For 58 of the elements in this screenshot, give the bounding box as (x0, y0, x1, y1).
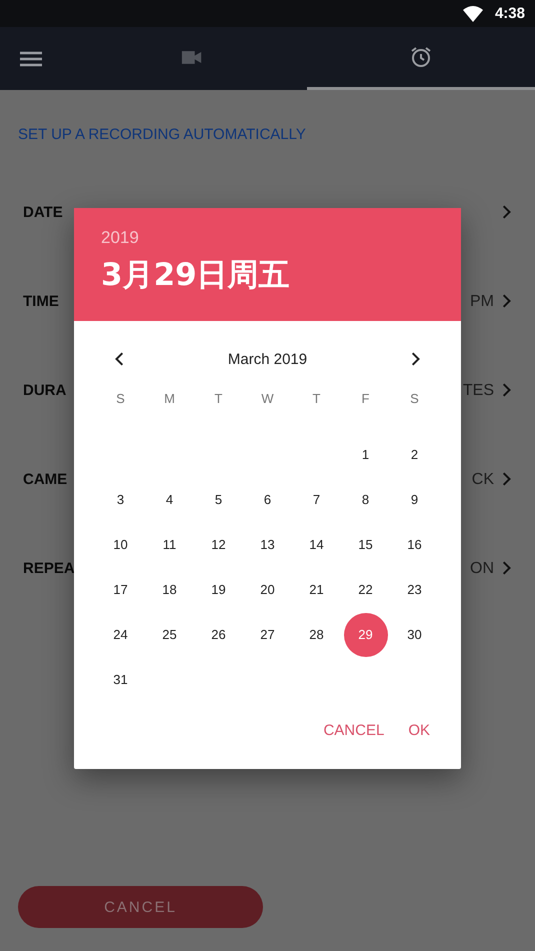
calendar-day[interactable]: 8 (344, 478, 388, 522)
ok-button[interactable]: OK (403, 716, 435, 745)
section-heading: SET UP A RECORDING AUTOMATICALLY (18, 126, 307, 145)
setting-value: TES (462, 382, 494, 400)
cancel-button[interactable]: CANCEL (318, 716, 390, 745)
calendar-day[interactable]: 6 (246, 478, 290, 522)
calendar-day[interactable]: 7 (294, 478, 338, 522)
calendar-day[interactable]: 12 (196, 522, 240, 566)
calendar-day[interactable]: 30 (392, 612, 436, 656)
calendar-day[interactable]: 16 (392, 522, 436, 566)
weekday-label: M (163, 390, 176, 408)
setting-label: REPEA (23, 560, 75, 577)
alarm-clock-icon (408, 45, 433, 69)
month-title: March 2019 (228, 350, 308, 368)
calendar-day[interactable]: 31 (98, 658, 142, 702)
calendar-day[interactable]: 22 (344, 568, 388, 612)
calendar-day[interactable]: 29 (344, 612, 388, 656)
video-camera-icon (181, 50, 204, 64)
calendar-day[interactable]: 20 (246, 568, 290, 612)
weekday-label: F (360, 390, 370, 408)
calendar-day[interactable]: 11 (148, 522, 192, 566)
weekday-label: T (214, 390, 224, 408)
calendar-day[interactable]: 5 (196, 478, 240, 522)
calendar-day[interactable]: 4 (148, 478, 192, 522)
calendar-day[interactable]: 10 (98, 522, 142, 566)
calendar-day[interactable]: 3 (98, 478, 142, 522)
selected-date: 3月29日周五 (101, 256, 291, 295)
setting-label: CAME (23, 471, 68, 488)
setting-label: TIME (23, 293, 59, 310)
chevron-right-icon[interactable] (411, 352, 421, 366)
chevron-left-icon[interactable] (114, 352, 124, 366)
setting-value: CK (472, 471, 494, 489)
calendar-day[interactable]: 1 (344, 432, 388, 476)
setting-value: ON (470, 560, 494, 578)
calendar-day[interactable]: 27 (246, 612, 290, 656)
weekday-label: S (115, 390, 126, 408)
calendar-day[interactable]: 14 (294, 522, 338, 566)
calendar-day[interactable]: 2 (392, 432, 436, 476)
calendar-day[interactable]: 13 (246, 522, 290, 566)
calendar-day[interactable]: 19 (196, 568, 240, 612)
status-time: 4:38 (494, 5, 525, 22)
weekday-label: S (409, 390, 420, 408)
calendar-day[interactable]: 28 (294, 612, 338, 656)
calendar-day[interactable]: 9 (392, 478, 436, 522)
setting-label: DATE (23, 204, 63, 221)
weekday-label: T (312, 390, 322, 408)
calendar-day[interactable]: 23 (392, 568, 436, 612)
calendar-day[interactable]: 25 (148, 612, 192, 656)
setting-label: DURA (23, 382, 66, 399)
weekday-label: W (260, 390, 275, 408)
calendar-day[interactable]: 18 (148, 568, 192, 612)
calendar-day[interactable]: 15 (344, 522, 388, 566)
calendar-day[interactable]: 21 (294, 568, 338, 612)
calendar-day[interactable]: 24 (98, 612, 142, 656)
calendar-day[interactable]: 17 (98, 568, 142, 612)
wifi-icon (462, 6, 483, 22)
calendar-day[interactable]: 26 (196, 612, 240, 656)
setting-value: PM (470, 293, 494, 311)
